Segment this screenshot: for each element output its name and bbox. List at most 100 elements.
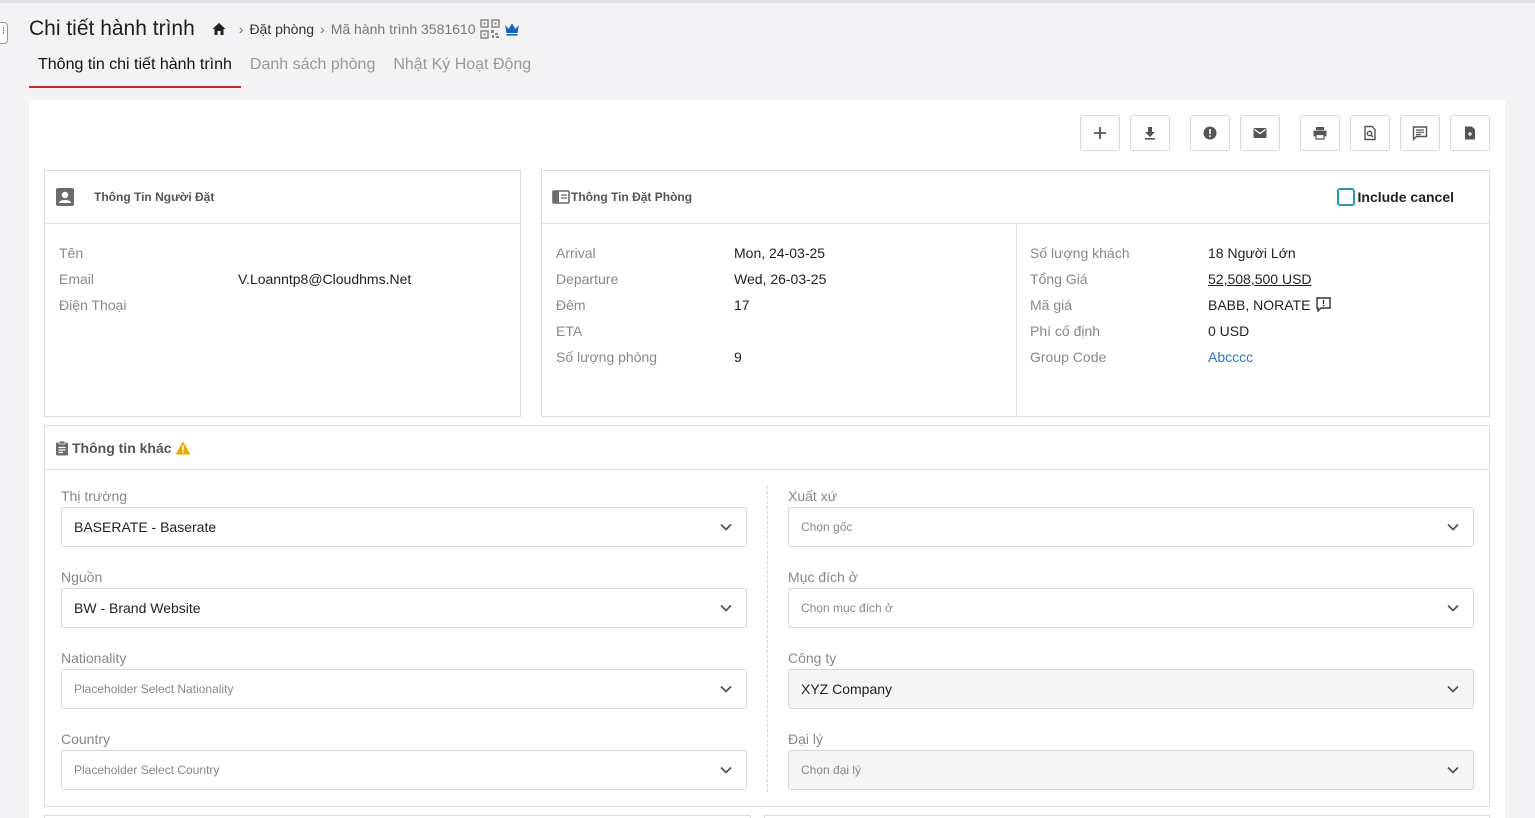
chevron-down-icon <box>1447 685 1459 693</box>
market-label: Thị trường <box>61 488 128 504</box>
include-cancel-label: Include cancel <box>1357 189 1454 205</box>
tab-bar: Thông tin chi tiết hành trình Danh sách … <box>29 50 540 88</box>
stay-purpose-select[interactable]: Chọn mục đích ở <box>788 588 1474 628</box>
agency-placeholder: Chọn đại lý <box>801 763 862 777</box>
rate-info-icon[interactable] <box>1316 297 1332 312</box>
nationality-label: Nationality <box>61 650 127 666</box>
country-placeholder: Placeholder Select Country <box>74 763 220 777</box>
company-select[interactable]: XYZ Company <box>788 669 1474 709</box>
email-button[interactable] <box>1240 115 1280 151</box>
action-toolbar <box>1070 115 1490 151</box>
preview-icon <box>1364 125 1376 141</box>
booking-info-title: Thông Tin Đặt Phòng <box>571 190 693 204</box>
origin-select[interactable]: Chọn gốc <box>788 507 1474 547</box>
fixed-fee-value: 0 USD <box>1208 323 1250 339</box>
other-info-header: Thông tin khác <box>45 426 1489 470</box>
source-field: Nguồn BW - Brand Website <box>61 566 747 647</box>
tab-itinerary-details[interactable]: Thông tin chi tiết hành trình <box>29 50 241 88</box>
agency-label: Đại lý <box>788 731 824 747</box>
print-icon <box>1313 127 1327 140</box>
eta-row: ETA <box>556 318 1006 344</box>
departure-row: Departure Wed, 26-03-25 <box>556 266 1006 292</box>
booker-info-header: Thông Tin Người Đặt <box>45 171 520 224</box>
origin-label: Xuất xứ <box>788 488 838 504</box>
other-info-card: Thông tin khác Thị trường BASERATE - Bas… <box>44 425 1490 807</box>
nights-label: Đêm <box>556 297 586 313</box>
nationality-field: Nationality Placeholder Select Nationali… <box>61 647 747 728</box>
email-value: V.Loanntp8@Cloudhms.Net <box>238 271 412 287</box>
rate-code-label: Mã giá <box>1030 297 1073 313</box>
arrival-label: Arrival <box>556 245 596 261</box>
chevron-down-icon <box>1447 766 1459 774</box>
alert-button[interactable] <box>1190 115 1230 151</box>
download-button[interactable] <box>1130 115 1170 151</box>
guests-row: Số lượng khách 18 Người Lớn <box>1030 240 1480 266</box>
home-icon[interactable] <box>211 21 227 37</box>
departure-value: Wed, 26-03-25 <box>734 271 827 287</box>
column-divider <box>767 486 768 792</box>
document-button[interactable] <box>1450 115 1490 151</box>
stay-purpose-label: Mục đích ở <box>788 569 858 585</box>
clipboard-icon <box>55 440 69 456</box>
total-price-label: Tổng Giá <box>1030 271 1088 287</box>
rooms-count-value: 9 <box>734 349 742 365</box>
market-select[interactable]: BASERATE - Baserate <box>61 507 747 547</box>
include-cancel-checkbox[interactable] <box>1336 188 1355 206</box>
chevron-down-icon <box>720 766 732 774</box>
group-code-link[interactable]: Abcccc <box>1208 344 1253 370</box>
fixed-fee-label: Phí cố định <box>1030 323 1101 339</box>
booking-card-icon <box>552 189 570 205</box>
source-label: Nguồn <box>61 569 103 585</box>
other-info-right-column: Xuất xứ Chọn gốc Mục đích ở Chọn mục đíc… <box>788 485 1474 809</box>
stay-purpose-placeholder: Chọn mục đích ở <box>801 601 893 615</box>
company-label: Công ty <box>788 650 837 666</box>
total-price-link[interactable]: 52,508,500 USD <box>1208 266 1312 292</box>
comment-button[interactable] <box>1400 115 1440 151</box>
booker-info-body: Tên Email V.Loanntp8@Cloudhms.Net Điện T… <box>45 224 520 334</box>
breadcrumb-current: Mã hành trình 3581610 <box>330 21 476 37</box>
chevron-down-icon <box>1447 523 1459 531</box>
booking-info-header: Thông Tin Đặt Phòng Include cancel <box>542 171 1489 224</box>
nationality-select[interactable]: Placeholder Select Nationality <box>61 669 747 709</box>
country-field: Country Placeholder Select Country <box>61 728 747 809</box>
stay-purpose-field: Mục đích ở Chọn mục đích ở <box>788 566 1474 647</box>
name-label: Tên <box>59 245 84 261</box>
email-label: Email <box>59 271 95 287</box>
booker-row-email: Email V.Loanntp8@Cloudhms.Net <box>59 266 506 292</box>
group-code-label: Group Code <box>1030 349 1107 365</box>
breadcrumb-booking[interactable]: Đặt phòng <box>249 21 314 37</box>
details-panel: Thông Tin Người Đặt Tên Email V.Loanntp8… <box>29 100 1505 818</box>
alert-icon <box>1203 126 1217 140</box>
nights-row: Đêm 17 <box>556 292 1006 318</box>
sidebar-toggle[interactable]: ⁝ <box>0 22 8 44</box>
page-header: Chi tiết hành trình › Đặt phòng › Mã hàn… <box>29 14 520 44</box>
qr-code-icon[interactable] <box>479 19 500 39</box>
eta-label: ETA <box>556 323 583 339</box>
print-button[interactable] <box>1300 115 1340 151</box>
total-price-row: Tổng Giá 52,508,500 USD <box>1030 266 1480 292</box>
booker-info-card: Thông Tin Người Đặt Tên Email V.Loanntp8… <box>44 170 521 417</box>
market-field: Thị trường BASERATE - Baserate <box>61 485 747 566</box>
crown-icon <box>504 22 520 36</box>
preview-button[interactable] <box>1350 115 1390 151</box>
guests-label: Số lượng khách <box>1030 245 1130 261</box>
agency-select[interactable]: Chọn đại lý <box>788 750 1474 790</box>
origin-field: Xuất xứ Chọn gốc <box>788 485 1474 566</box>
include-cancel-toggle[interactable]: Include cancel <box>1336 188 1454 206</box>
tab-room-list[interactable]: Danh sách phòng <box>241 50 384 88</box>
page-title: Chi tiết hành trình <box>29 17 195 40</box>
booker-row-phone: Điện Thoại <box>59 292 506 318</box>
company-value: XYZ Company <box>801 681 893 697</box>
add-button[interactable] <box>1080 115 1120 151</box>
market-value: BASERATE - Baserate <box>74 519 217 535</box>
origin-placeholder: Chọn gốc <box>801 520 853 534</box>
contact-card-icon <box>55 187 75 207</box>
tab-activity-log[interactable]: Nhật Ký Hoạt Động <box>384 50 540 88</box>
country-select[interactable]: Placeholder Select Country <box>61 750 747 790</box>
rooms-count-row: Số lượng phòng 9 <box>556 344 1006 370</box>
arrival-value: Mon, 24-03-25 <box>734 245 826 261</box>
booking-info-card: Thông Tin Đặt Phòng Include cancel Arriv… <box>541 170 1490 417</box>
booker-row-name: Tên <box>59 240 506 266</box>
source-select[interactable]: BW - Brand Website <box>61 588 747 628</box>
company-field: Công ty XYZ Company <box>788 647 1474 728</box>
